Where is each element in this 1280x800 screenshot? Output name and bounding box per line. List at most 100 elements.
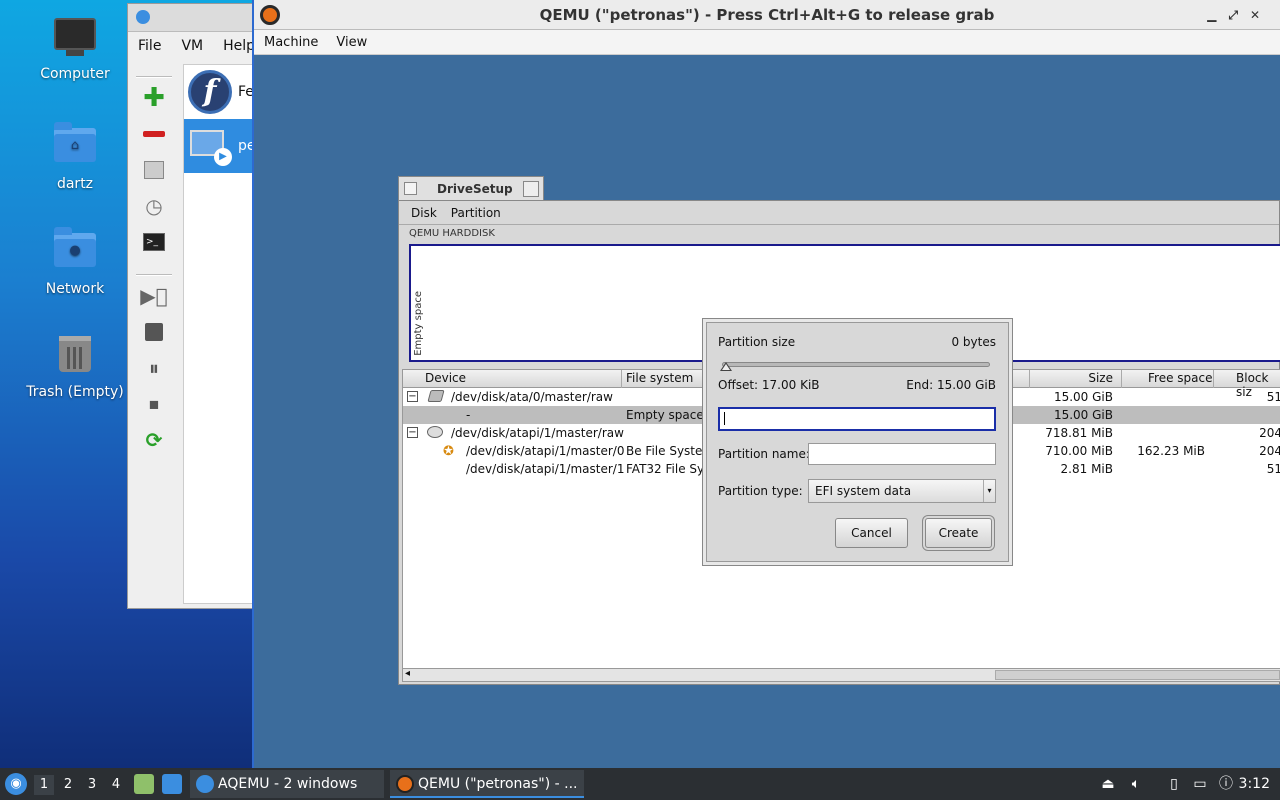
workspace-4[interactable]: 4 xyxy=(106,775,126,795)
column-free-space[interactable]: Free space xyxy=(1148,371,1212,385)
hdd-icon xyxy=(144,161,164,179)
scrollbar-thumb[interactable] xyxy=(995,670,1280,680)
row-device: - xyxy=(466,408,471,422)
task-label: AQEMU - 2 windows xyxy=(218,776,358,792)
desktop-icon-network[interactable]: ● Network xyxy=(20,227,130,297)
menu-disk[interactable]: Disk xyxy=(411,201,437,224)
task-qemu[interactable]: QEMU ("petronas") - ... xyxy=(390,770,584,798)
aqemu-menubar: File VM Help xyxy=(128,36,265,58)
row-size: 15.00 GiB xyxy=(1053,408,1113,422)
close-box[interactable] xyxy=(404,182,417,195)
eject-icon[interactable]: ⏏ xyxy=(1098,774,1118,794)
menu-vm[interactable]: VM xyxy=(171,36,213,58)
clock[interactable]: 3:12 xyxy=(1239,768,1270,800)
home-folder-icon: ⌂ xyxy=(53,122,97,172)
row-device: /dev/disk/atapi/1/master/raw xyxy=(451,426,624,440)
slider-thumb[interactable] xyxy=(720,362,732,371)
minimize-button[interactable]: ▁ xyxy=(1207,8,1228,22)
show-desktop-icon[interactable] xyxy=(162,774,182,794)
create-button[interactable]: Create xyxy=(925,518,992,548)
drivesetup-tab[interactable]: DriveSetup xyxy=(398,176,544,200)
terminal-button[interactable]: >_ xyxy=(134,224,174,260)
offset-label: Offset: 17.00 KiB xyxy=(718,378,820,392)
row-size: 15.00 GiB xyxy=(1053,390,1113,404)
partition-size-slider[interactable] xyxy=(722,362,990,367)
clock-icon: ◷ xyxy=(145,194,163,218)
partition-type-value: EFI system data xyxy=(815,484,912,498)
save-vm-button[interactable] xyxy=(134,314,174,350)
column-device[interactable]: Device xyxy=(425,371,466,385)
notification-icon[interactable]: ⓘ xyxy=(1216,774,1236,794)
menu-partition[interactable]: Partition xyxy=(451,201,501,224)
qemu-logo-icon xyxy=(260,5,280,25)
workspace-1[interactable]: 1 xyxy=(34,775,54,795)
close-button[interactable]: ✕ xyxy=(1250,8,1272,22)
row-block: 51 xyxy=(1266,390,1280,404)
stop-vm-button[interactable]: ⏹ xyxy=(134,386,174,422)
zoom-box[interactable] xyxy=(523,181,539,197)
disk-label: QEMU HARDDISK xyxy=(409,228,495,239)
reset-vm-button[interactable]: ⟳ xyxy=(134,422,174,458)
partition-name-input[interactable] xyxy=(808,443,996,465)
partition-name-label: Partition name: xyxy=(718,447,810,461)
menu-view[interactable]: View xyxy=(336,30,367,54)
collapse-icon[interactable]: − xyxy=(407,391,418,402)
menu-file[interactable]: File xyxy=(128,36,171,58)
dropdown-arrow-icon: ▾ xyxy=(983,480,995,502)
drivesetup-title: DriveSetup xyxy=(437,182,513,196)
desktop-icon-home[interactable]: ⌂ dartz xyxy=(20,122,130,192)
plus-icon: ✚ xyxy=(143,83,165,113)
row-size: 2.81 MiB xyxy=(1060,462,1113,476)
vm-list: f Fe ▶ pe xyxy=(183,64,258,604)
hard-disk-icon xyxy=(427,390,445,402)
computer-icon xyxy=(53,18,97,62)
add-vm-button[interactable]: ✚ xyxy=(134,80,174,116)
start-menu-button[interactable]: ◉ xyxy=(5,773,27,795)
aqemu-window: File VM Help ✚ ◷ >_ ▶⃝ ⏸ ⏹ ⟳ f Fe ▶ pe xyxy=(127,3,258,609)
partition-size-input[interactable] xyxy=(718,407,996,431)
schedule-button[interactable]: ◷ xyxy=(134,188,174,224)
clipboard-icon[interactable]: ▯ xyxy=(1164,774,1184,794)
workspace-2[interactable]: 2 xyxy=(58,775,78,795)
column-size[interactable]: Size xyxy=(1063,371,1113,385)
aqemu-titlebar[interactable] xyxy=(128,4,256,32)
stop-icon: ⏹ xyxy=(149,392,159,416)
qemu-menubar: Machine View xyxy=(254,30,1280,55)
hdd-manager-button[interactable] xyxy=(134,152,174,188)
qemu-task-icon xyxy=(396,775,414,793)
qemu-titlebar[interactable]: QEMU ("petronas") - Press Ctrl+Alt+G to … xyxy=(254,0,1280,30)
workspace-3[interactable]: 3 xyxy=(82,775,102,795)
network-icon[interactable]: ▭ xyxy=(1190,774,1210,794)
desktop-icon-computer[interactable]: Computer xyxy=(20,18,130,82)
volume-icon[interactable]: 🔈︎ xyxy=(1126,774,1146,794)
row-device: /dev/disk/ata/0/master/raw xyxy=(451,390,613,404)
aqemu-task-icon xyxy=(196,775,214,793)
desktop-icon-label: Computer xyxy=(40,66,110,82)
vm-item-fedora[interactable]: f Fe xyxy=(184,65,257,119)
fedora-icon: f xyxy=(188,70,232,114)
scroll-left-icon[interactable]: ◂ xyxy=(405,668,410,679)
row-device: /dev/disk/atapi/1/master/0 xyxy=(466,444,625,458)
cancel-button[interactable]: Cancel xyxy=(835,518,908,548)
column-filesystem[interactable]: File system xyxy=(626,371,693,385)
pause-icon: ⏸ xyxy=(149,356,159,380)
vm-item-petronas[interactable]: ▶ pe xyxy=(184,119,257,173)
start-vm-button[interactable]: ▶⃝ xyxy=(134,278,174,314)
desktop-icon-label: Trash (Empty) xyxy=(26,384,124,400)
delete-vm-button[interactable] xyxy=(134,116,174,152)
row-filesystem: Be File System xyxy=(626,444,715,458)
partition-type-select[interactable]: EFI system data ▾ xyxy=(808,479,996,503)
row-block: 51 xyxy=(1266,462,1280,476)
collapse-icon[interactable]: − xyxy=(407,427,418,438)
row-device: /dev/disk/atapi/1/master/1 xyxy=(466,462,625,476)
maximize-button[interactable]: ⤢ xyxy=(1228,8,1250,22)
file-manager-launcher-icon[interactable] xyxy=(134,774,154,794)
empty-space-label: Empty space xyxy=(413,291,424,356)
horizontal-scrollbar[interactable]: ◂ xyxy=(402,668,1280,682)
desktop-icon-trash[interactable]: Trash (Empty) xyxy=(20,332,130,400)
pause-vm-button[interactable]: ⏸ xyxy=(134,350,174,386)
task-aqemu[interactable]: AQEMU - 2 windows xyxy=(190,770,384,798)
menu-machine[interactable]: Machine xyxy=(264,30,318,54)
end-label: End: 15.00 GiB xyxy=(906,378,996,392)
row-filesystem: Empty space xyxy=(626,408,704,422)
